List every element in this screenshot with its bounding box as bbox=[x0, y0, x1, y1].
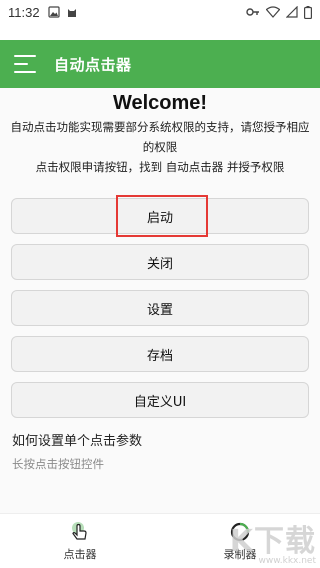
wifi-icon bbox=[266, 6, 280, 18]
status-time: 11:32 bbox=[8, 4, 40, 20]
menu-icon[interactable] bbox=[14, 55, 36, 73]
watermark-logo: K下载 bbox=[229, 524, 316, 559]
nav-item-clicker[interactable]: 点击器 bbox=[0, 514, 160, 568]
watermark: K下载 www.kkx.net bbox=[230, 516, 316, 566]
section-title: 如何设置单个点击参数 bbox=[12, 434, 143, 449]
custom-ui-button[interactable]: 自定义UI bbox=[11, 382, 309, 418]
settings-button[interactable]: 设置 bbox=[11, 290, 309, 326]
status-spacer bbox=[0, 24, 320, 40]
archive-button[interactable]: 存档 bbox=[11, 336, 309, 372]
highlight-box bbox=[116, 195, 208, 237]
battery-icon bbox=[304, 5, 312, 19]
app-title: 自动点击器 bbox=[54, 55, 132, 74]
close-button[interactable]: 关闭 bbox=[11, 244, 309, 280]
permission-description: 自动点击功能实现需要部分系统权限的支持，请您授予相应的权限 点击权限申请按钮，找… bbox=[0, 117, 320, 177]
app-bar: 自动点击器 bbox=[0, 40, 320, 88]
tap-hand-icon bbox=[72, 522, 87, 540]
watermark-url: www.kkx.net bbox=[258, 556, 317, 566]
section-hint: 长按点击按钮控件 bbox=[12, 457, 104, 471]
image-icon bbox=[47, 6, 60, 18]
signal-icon bbox=[286, 6, 298, 18]
description-line-2: 点击权限申请按钮，找到 自动点击器 并授予权限 bbox=[35, 160, 285, 174]
welcome-heading: Welcome! bbox=[112, 92, 208, 114]
description-line-1: 自动点击功能实现需要部分系统权限的支持，请您授予相应的权限 bbox=[10, 120, 310, 154]
nav-label-clicker: 点击器 bbox=[63, 548, 97, 561]
cat-icon bbox=[67, 9, 76, 17]
status-bar: 11:32 bbox=[0, 0, 320, 24]
key-icon bbox=[246, 8, 259, 16]
